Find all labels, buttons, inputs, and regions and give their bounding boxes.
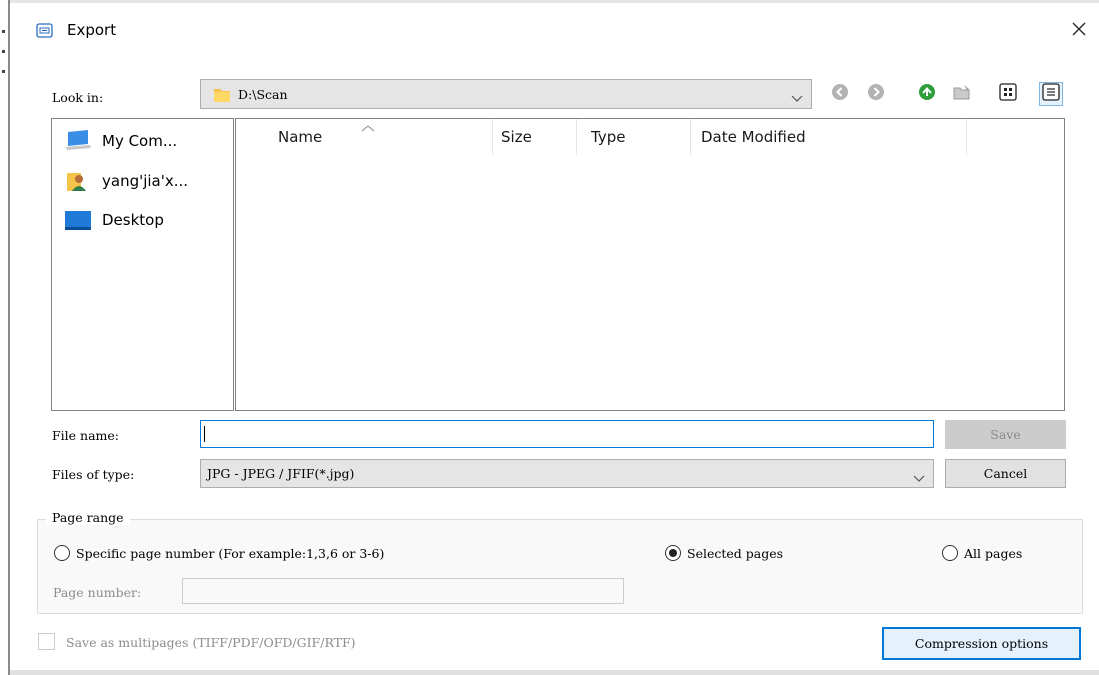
radio-label: Specific page number (For example:1,3,6 … bbox=[76, 545, 385, 561]
look-in-combobox[interactable]: D:\Scan bbox=[200, 79, 812, 109]
file-list-header: Name Size Type Date Modified bbox=[236, 119, 1064, 155]
grip-dot bbox=[2, 50, 5, 53]
grip-dot bbox=[2, 30, 5, 33]
column-separator bbox=[492, 119, 493, 155]
chevron-down-icon bbox=[913, 469, 925, 482]
column-header-date-modified[interactable]: Date Modified bbox=[701, 128, 806, 146]
cancel-button[interactable]: Cancel bbox=[945, 459, 1066, 488]
close-icon bbox=[1071, 21, 1087, 41]
column-header-name[interactable]: Name bbox=[278, 128, 322, 146]
close-button[interactable] bbox=[1065, 17, 1093, 45]
folder-icon bbox=[213, 86, 231, 103]
back-button[interactable] bbox=[830, 84, 850, 104]
list-view-icon bbox=[999, 83, 1017, 105]
radio-circle-selected bbox=[665, 545, 681, 561]
column-separator bbox=[966, 119, 967, 155]
multipage-label: Save as multipages (TIFF/PDF/OFD/GIF/RTF… bbox=[66, 635, 356, 650]
user-folder-icon bbox=[64, 169, 92, 193]
grip-dot bbox=[2, 70, 5, 73]
radio-label: Selected pages bbox=[687, 545, 784, 561]
sidebar-item-label: My Com... bbox=[102, 132, 178, 150]
forward-button[interactable] bbox=[866, 84, 886, 104]
column-separator bbox=[576, 119, 577, 155]
forward-icon bbox=[867, 83, 885, 105]
sidebar-item-user[interactable]: yang'jia'x... bbox=[64, 167, 188, 195]
file-type-value: JPG - JPEG / JFIF(*.jpg) bbox=[207, 466, 355, 481]
page-range-title: Page range bbox=[46, 510, 130, 525]
file-list[interactable]: Name Size Type Date Modified bbox=[235, 118, 1065, 411]
radio-label: All pages bbox=[964, 545, 1023, 561]
sidebar-item-my-computer[interactable]: My Com... bbox=[64, 127, 177, 155]
column-header-size[interactable]: Size bbox=[501, 128, 532, 146]
file-type-label: Files of type: bbox=[52, 467, 135, 482]
radio-all-pages[interactable]: All pages bbox=[942, 545, 1022, 561]
sidebar-item-desktop[interactable]: Desktop bbox=[64, 206, 164, 234]
page-number-input[interactable] bbox=[182, 578, 624, 604]
computer-icon bbox=[64, 129, 92, 153]
back-icon bbox=[831, 83, 849, 105]
file-name-input[interactable] bbox=[200, 420, 934, 448]
compression-options-button[interactable]: Compression options bbox=[882, 627, 1081, 660]
detail-view-button[interactable] bbox=[1039, 82, 1063, 106]
up-folder-icon bbox=[918, 83, 936, 105]
multipage-checkbox[interactable] bbox=[38, 633, 55, 650]
bottom-strip bbox=[10, 670, 1099, 675]
text-caret bbox=[204, 426, 205, 442]
radio-selected-pages[interactable]: Selected pages bbox=[665, 545, 783, 561]
list-view-button[interactable] bbox=[998, 83, 1018, 105]
look-in-value: D:\Scan bbox=[238, 87, 288, 102]
save-button[interactable]: Save bbox=[945, 420, 1066, 449]
new-folder-button[interactable] bbox=[952, 84, 972, 104]
chevron-down-icon bbox=[791, 89, 803, 102]
new-folder-icon bbox=[952, 83, 972, 105]
desktop-icon bbox=[64, 208, 92, 232]
file-type-combobox[interactable]: JPG - JPEG / JFIF(*.jpg) bbox=[200, 459, 934, 488]
up-folder-button[interactable] bbox=[917, 84, 937, 104]
sort-ascending-icon bbox=[360, 118, 376, 132]
title-bar: Export bbox=[10, 3, 1099, 55]
radio-specific-pages[interactable]: Specific page number (For example:1,3,6 … bbox=[54, 545, 384, 561]
sidebar-item-label: yang'jia'x... bbox=[102, 172, 189, 190]
file-name-label: File name: bbox=[52, 428, 120, 443]
column-separator bbox=[690, 119, 691, 155]
page-number-label: Page number: bbox=[53, 585, 142, 600]
dialog-title: Export bbox=[67, 21, 117, 39]
places-sidebar: My Com... yang'jia'x... Desktop bbox=[51, 118, 234, 411]
detail-view-icon bbox=[1042, 83, 1060, 105]
look-in-label: Look in: bbox=[52, 90, 104, 105]
sidebar-item-label: Desktop bbox=[102, 211, 164, 229]
export-app-icon bbox=[36, 22, 53, 39]
radio-circle bbox=[942, 545, 958, 561]
window-border bbox=[8, 0, 10, 675]
radio-circle bbox=[54, 545, 70, 561]
column-header-type[interactable]: Type bbox=[591, 128, 625, 146]
